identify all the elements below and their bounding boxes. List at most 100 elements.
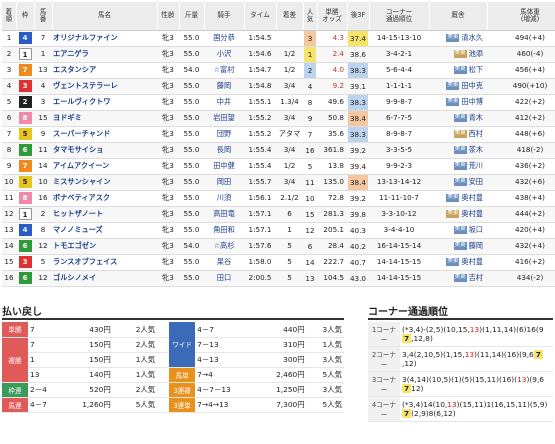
- trainer-cell: 美東 茶木: [429, 142, 487, 159]
- trainer-link[interactable]: 奥村豊: [461, 257, 483, 266]
- payout-combination: 7→4: [195, 367, 255, 383]
- stable-tag: 美東: [453, 66, 467, 74]
- jockey-link[interactable]: 杲谷: [204, 254, 244, 271]
- sex-age-cell: 牝3: [157, 126, 179, 143]
- last3f-value: 39.2: [349, 145, 366, 155]
- jockey-link[interactable]: 角田和: [204, 222, 244, 239]
- horse-name-link[interactable]: ヒットザノート: [52, 206, 157, 223]
- jockey-link[interactable]: 小沢: [204, 46, 244, 63]
- sex-age-cell: 牝3: [157, 30, 179, 47]
- weight-cell: 55.0: [179, 46, 204, 63]
- trainer-link[interactable]: 田中克: [461, 81, 483, 90]
- horse-name-link[interactable]: スーパーチャンド: [52, 126, 157, 143]
- horse-name-link[interactable]: ランスオブフェイス: [52, 254, 157, 271]
- jockey-link[interactable]: ☆高杉: [204, 238, 244, 255]
- horse-name-link[interactable]: ゴルシノメイ: [52, 270, 157, 287]
- jockey-link[interactable]: 岡田: [204, 174, 244, 191]
- jockey-link[interactable]: 田口: [204, 270, 244, 287]
- horse-name-link[interactable]: ミスサンシャイン: [52, 174, 157, 191]
- corner-order: (*3,4)-(2,5)(10,15,13)(1,11,14)(6)16(9 7,…: [400, 322, 553, 347]
- rank-cell: 13: [2, 222, 16, 239]
- last3f-cell: 39.8: [347, 206, 369, 223]
- horse-name-link[interactable]: ヨドギミ: [52, 110, 157, 127]
- margin-cell: 5: [276, 238, 303, 255]
- waku-cell: 3: [16, 254, 34, 271]
- last3f-cell: 40.2: [347, 238, 369, 255]
- trainer-link[interactable]: 池添: [469, 49, 483, 58]
- popularity-value: 9: [307, 113, 313, 123]
- corner-passing-cell: 9-9-2-3: [369, 158, 429, 175]
- horse-name-link[interactable]: エスタンシア: [52, 62, 157, 79]
- jockey-link[interactable]: 川須: [204, 190, 244, 207]
- horse-name-link[interactable]: ボナベティアスク: [52, 190, 157, 207]
- horse-name-link[interactable]: ヴェントステラーレ: [52, 78, 157, 95]
- payout-type-label: 馬単: [169, 367, 196, 383]
- jockey-link[interactable]: 高田竜: [204, 206, 244, 223]
- horse-name-link[interactable]: タマモサイショ: [52, 142, 157, 159]
- trainer-link[interactable]: 青木: [469, 113, 483, 122]
- trainer-link[interactable]: 松下: [469, 65, 483, 74]
- payout-combination: 4－13: [195, 352, 255, 368]
- horse-name-link[interactable]: オリジナルファイン: [52, 30, 157, 47]
- sex-age-cell: 牝3: [157, 94, 179, 111]
- horse-number-cell: 16: [34, 190, 52, 207]
- results-table: 着 順枠馬 番馬名 性齢 斤量 騎手 タイム 着差人 気単勝 オッズ 後3F コーナー 通過順…: [2, 2, 555, 287]
- trainer-link[interactable]: 藤岡: [469, 241, 483, 250]
- trainer-link[interactable]: 田中博: [461, 97, 483, 106]
- odds-cell: 104.5: [317, 270, 347, 287]
- payout-type-label: 単勝: [2, 322, 28, 338]
- horse-number-cell: 15: [34, 110, 52, 127]
- rank-cell: 7: [2, 126, 16, 143]
- last3f-cell: 38.4: [347, 174, 369, 191]
- waku-badge: 4: [18, 224, 32, 236]
- jockey-link[interactable]: 団野: [204, 126, 244, 143]
- weight-cell: 55.0: [179, 78, 204, 95]
- horse-name-link[interactable]: トモエゴゼン: [52, 238, 157, 255]
- jockey-link[interactable]: 国分恭: [204, 30, 244, 47]
- payout-popularity: 3人気: [306, 352, 344, 368]
- trainer-link[interactable]: 吉村: [469, 273, 483, 282]
- jockey-link[interactable]: ☆富村: [204, 62, 244, 79]
- last3f-cell: 39.1: [347, 78, 369, 95]
- popularity-cell: 13: [303, 270, 317, 287]
- sex-age-cell: 牝3: [157, 270, 179, 287]
- table-row: 5 2 3 エールヴィクトワ 牝3 55.0 中井 1:55.1 1.3/4 8 49.6 38.3 9…: [2, 94, 555, 111]
- jockey-link[interactable]: 中井: [204, 94, 244, 111]
- corner-row: 4コーナー (*3,4)14(10,13)(15,11)1(16,15,11)(5…: [368, 396, 553, 422]
- payout-popularity: 5人気: [306, 397, 344, 413]
- trainer-link[interactable]: 安田: [469, 177, 483, 186]
- rank-cell: 1: [2, 30, 16, 47]
- time-cell: 1:55.7: [244, 174, 276, 191]
- jockey-link[interactable]: 長岡: [204, 142, 244, 159]
- corner-passing-cell: 6-7-7-5: [369, 110, 429, 127]
- horse-name-link[interactable]: マノノミューズ: [52, 222, 157, 239]
- payout-combination: 1: [28, 352, 62, 368]
- popularity-cell: 3: [303, 30, 317, 47]
- trainer-link[interactable]: 荒川: [469, 161, 483, 170]
- horse-name-link[interactable]: エールヴィクトワ: [52, 94, 157, 111]
- trainer-link[interactable]: 清水久: [461, 33, 483, 42]
- horse-name-link[interactable]: アイムアクイーン: [52, 158, 157, 175]
- table-row: 14 6 12 トモエゴゼン 牝3 54.0 ☆高杉 1:57.6 5 6 28.4 40.2 16-1…: [2, 238, 555, 255]
- trainer-link[interactable]: 坂口: [469, 225, 483, 234]
- jockey-link[interactable]: 岩田望: [204, 110, 244, 127]
- waku-badge: 3: [18, 80, 32, 92]
- trainer-link[interactable]: 茶木: [469, 145, 483, 154]
- jockey-link[interactable]: 田中健: [204, 158, 244, 175]
- trainer-link[interactable]: 西村: [469, 129, 483, 138]
- table-row: 16 6 12 ゴルシノメイ 牝3 55.0 田口 2:00.5 5 13 104.5 43.0 14-…: [2, 270, 555, 287]
- jockey-link[interactable]: 藤岡: [204, 78, 244, 95]
- payout-popularity: 1人気: [306, 337, 344, 353]
- time-cell: 1:55.2: [244, 126, 276, 143]
- payout-combination: 7－13: [195, 337, 255, 353]
- trainer-cell: 美東 松下: [429, 62, 487, 79]
- horse-name-link[interactable]: エアニゲラ: [52, 46, 157, 63]
- payout-amount: 150円: [61, 352, 113, 368]
- last3f-value: 39.1: [349, 81, 366, 91]
- stable-tag: 美東: [446, 34, 460, 42]
- time-cell: 1:54.5: [244, 30, 276, 47]
- weight-cell: 55.0: [179, 110, 204, 127]
- trainer-link[interactable]: 奥村豊: [461, 193, 483, 202]
- trainer-link[interactable]: 奥村豊: [461, 209, 483, 218]
- popularity-value: 5: [307, 161, 313, 171]
